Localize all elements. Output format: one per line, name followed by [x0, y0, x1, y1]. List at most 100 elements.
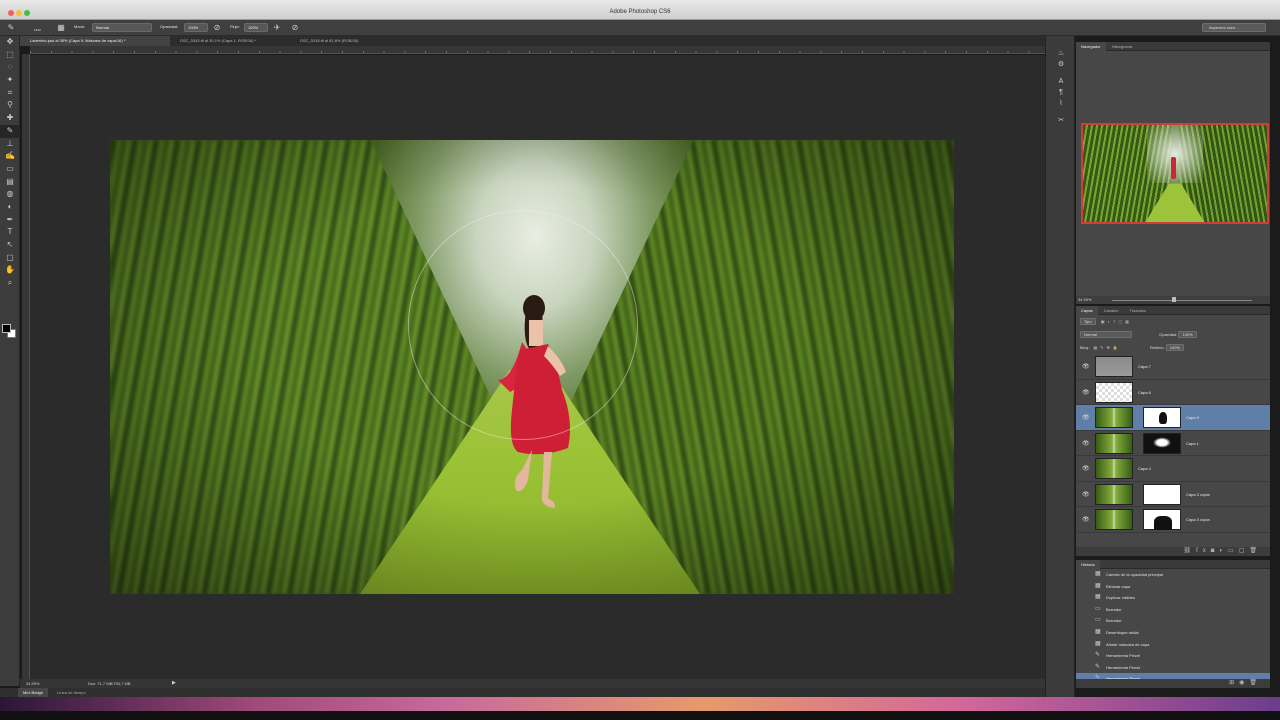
mode-select[interactable]: Normal [92, 23, 152, 32]
blend-mode-select[interactable]: Normal [1080, 331, 1132, 339]
layer-thumbnail[interactable] [1095, 458, 1133, 479]
navigator-zoom-value[interactable]: 34,99% [1078, 297, 1092, 302]
delete-state-icon[interactable]: 🗑 [1249, 680, 1262, 686]
timeline-tab[interactable]: Línea de tiempo [52, 688, 91, 697]
new-layer-icon[interactable]: ▢ [1239, 548, 1250, 554]
layer-row[interactable]: 👁 Capa 1 [1076, 431, 1270, 456]
brush-panel-toggle-icon[interactable]: ▦ [56, 23, 66, 33]
zoom-tool-icon[interactable]: ⌕ [0, 277, 20, 290]
layer-name[interactable]: Capa 6 [1138, 390, 1151, 395]
visibility-eye-icon[interactable]: 👁 [1082, 516, 1090, 523]
workspace-switcher[interactable]: Aspectos esen... [1202, 23, 1266, 32]
link-layers-icon[interactable]: ⛓ [1183, 548, 1196, 554]
layer-name[interactable]: Capa 4 [1138, 466, 1151, 471]
histogram-tab[interactable]: Histograma [1107, 42, 1137, 51]
history-item[interactable]: ▦ Eliminar capa [1076, 581, 1270, 593]
document-image[interactable] [110, 140, 954, 594]
history-item[interactable]: ✎ Herramienta Pincel [1076, 662, 1270, 674]
layer-row[interactable]: 👁 Capa 3 copia [1076, 507, 1270, 533]
gradient-tool-icon[interactable]: ▤ [0, 176, 20, 189]
layers-tab[interactable]: Capas [1076, 306, 1098, 315]
layer-filter-icons[interactable]: ▣◐T▢▦ [1101, 319, 1132, 324]
brush-size-readout[interactable]: 1443 [34, 28, 41, 32]
layer-filter-select[interactable]: Tipo [1080, 318, 1096, 326]
fill-field[interactable]: 100% [1165, 344, 1184, 352]
layer-name[interactable]: Capa 9 [1186, 415, 1199, 420]
clone-stamp-tool-icon[interactable]: ⊥ [0, 138, 20, 151]
layer-thumbnail[interactable] [1095, 407, 1133, 428]
visibility-eye-icon[interactable]: 👁 [1082, 491, 1090, 498]
layer-name[interactable]: Capa 1 [1186, 441, 1199, 446]
new-document-from-state-icon[interactable]: ⊞ [1229, 680, 1239, 686]
layer-name[interactable]: Capa 7 [1138, 364, 1151, 369]
history-tab[interactable]: Historia [1076, 560, 1100, 569]
add-style-icon[interactable]: fx [1196, 548, 1211, 554]
document-tab-dsc5318[interactable]: DSC_5318.tif al 81,8% (RGB/16) [290, 36, 400, 46]
adjustments-panel-icon[interactable]: ✂ [1046, 115, 1076, 126]
airbrush-icon[interactable]: ✈ [272, 23, 282, 33]
history-item[interactable]: ▭ Borrador [1076, 615, 1270, 627]
dodge-tool-icon[interactable]: ◐ [0, 201, 20, 214]
channels-tab[interactable]: Canales [1099, 306, 1124, 315]
history-item[interactable]: ✎ Herramienta Pincel [1076, 650, 1270, 662]
visibility-eye-icon[interactable]: 👁 [1082, 465, 1090, 472]
brush-tool-icon[interactable]: ✎ [0, 124, 20, 138]
history-item[interactable]: ▦ Duplicar visibles [1076, 592, 1270, 604]
history-item[interactable]: ▦ Añadir máscara de capa [1076, 639, 1270, 651]
vertical-ruler[interactable] [22, 54, 30, 679]
eyedropper-tool-icon[interactable]: ⚲ [0, 99, 20, 112]
history-item[interactable]: ▦ Cambio de la opacidad principal [1076, 569, 1270, 581]
layer-thumbnail[interactable] [1095, 509, 1133, 530]
quick-selection-tool-icon[interactable]: ✦ [0, 74, 20, 87]
status-zoom[interactable]: 34,99% [26, 679, 40, 688]
layer-thumbnail[interactable] [1095, 356, 1133, 377]
brush-panel-icon[interactable]: ⌇ [1046, 98, 1076, 109]
path-selection-tool-icon[interactable]: ↖ [0, 239, 20, 252]
marquee-tool-icon[interactable]: ⬚ [0, 49, 20, 62]
status-menu-arrow-icon[interactable]: ▶ [172, 679, 176, 688]
pressure-opacity-icon[interactable]: ⊘ [212, 23, 222, 33]
opacity-field[interactable]: 100% [184, 23, 208, 32]
brush-presets-icon[interactable]: ♨ [1046, 48, 1076, 59]
document-tab-laberinto[interactable]: Laberinto.psd al 35% (Capa 9, Máscara de… [20, 36, 170, 46]
horizontal-ruler[interactable] [30, 46, 1045, 54]
character-panel-icon[interactable]: A [1046, 76, 1076, 87]
visibility-eye-icon[interactable]: 👁 [1082, 414, 1090, 421]
layer-row[interactable]: 👁 Capa 6 [1076, 380, 1270, 405]
layer-mask-thumbnail[interactable] [1143, 483, 1181, 505]
history-item[interactable]: ▦ Desenfoque radial [1076, 627, 1270, 639]
navigator-tab[interactable]: Navegador [1076, 42, 1106, 51]
shape-tool-icon[interactable]: ▢ [0, 252, 20, 265]
color-swatches[interactable] [2, 324, 18, 340]
paths-tab[interactable]: Trazados [1125, 306, 1152, 315]
new-group-icon[interactable]: ▭ [1228, 548, 1239, 554]
visibility-eye-icon[interactable]: 👁 [1082, 389, 1090, 396]
history-item[interactable]: ▭ Borrador [1076, 604, 1270, 616]
history-brush-tool-icon[interactable]: ✍ [0, 150, 20, 163]
layer-row[interactable]: 👁 Capa 4 [1076, 456, 1270, 482]
layer-thumbnail[interactable] [1095, 432, 1133, 454]
foreground-color-swatch[interactable] [2, 324, 11, 333]
blur-tool-icon[interactable]: ◍ [0, 188, 20, 201]
layer-row[interactable]: 👁 Capa 7 [1076, 354, 1270, 380]
layer-thumbnail[interactable] [1095, 483, 1133, 505]
eraser-tool-icon[interactable]: ▭ [0, 163, 20, 176]
navigator-zoom-knob[interactable] [1172, 297, 1176, 302]
tool-presets-icon[interactable]: ⚙ [1046, 59, 1076, 70]
mini-bridge-tab[interactable]: Mini Bridge [18, 688, 49, 697]
document-tab-dsc5343[interactable]: DSC_5343.tif al 30,1% (Capa 1, RGB/16) * [170, 36, 290, 46]
layer-row-selected[interactable]: 👁 Capa 9 [1076, 405, 1270, 431]
new-snapshot-icon[interactable]: ◉ [1239, 680, 1249, 686]
layer-name[interactable]: Capa 3 copia [1186, 517, 1210, 522]
type-tool-icon[interactable]: T [0, 226, 20, 239]
layer-mask-thumbnail[interactable] [1143, 509, 1181, 530]
crop-tool-icon[interactable]: ⌗ [0, 87, 20, 100]
layer-opacity-field[interactable]: 100% [1178, 331, 1197, 339]
layer-row[interactable]: 👁 Capa 3 copia [1076, 482, 1270, 507]
navigator-thumbnail[interactable] [1081, 123, 1269, 224]
layer-thumbnail[interactable] [1095, 381, 1133, 403]
lasso-tool-icon[interactable]: ◌ [0, 61, 20, 74]
layer-mask-thumbnail[interactable] [1143, 407, 1181, 428]
healing-brush-tool-icon[interactable]: ✚ [0, 112, 20, 125]
layer-name[interactable]: Capa 3 copia [1186, 492, 1210, 497]
